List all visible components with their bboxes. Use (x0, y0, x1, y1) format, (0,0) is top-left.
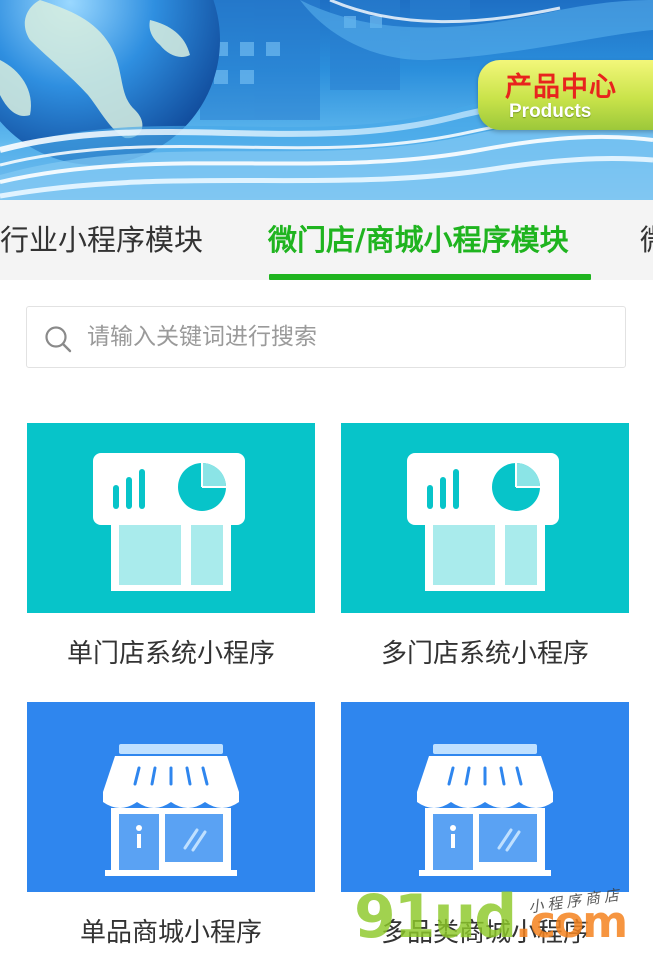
shop-awning-icon (103, 744, 239, 876)
products-banner: 产品中心 Products (0, 0, 653, 200)
product-title: 多品类商城小程序 (380, 918, 589, 948)
search-box[interactable] (26, 306, 626, 368)
product-title: 单品商城小程序 (79, 918, 262, 948)
product-image (341, 423, 629, 613)
search-icon (45, 326, 72, 353)
product-image (27, 423, 315, 613)
product-image (341, 702, 629, 892)
active-tab-indicator (269, 274, 591, 280)
shop-awning-icon (417, 744, 553, 876)
product-title: 多门店系统小程序 (380, 639, 589, 669)
product-card-multi-category-mall[interactable]: 多品类商城小程序 (341, 702, 629, 949)
banner-subtitle: Products (509, 101, 592, 122)
product-card-single-store[interactable]: 单门店系统小程序 (27, 423, 315, 670)
search-input[interactable] (87, 317, 607, 357)
tab-store-mall-miniprogram[interactable]: 微门店/商城小程序模块 (268, 200, 569, 280)
product-card-single-mall[interactable]: 单品商城小程序 (27, 702, 315, 949)
product-card-multi-store[interactable]: 多门店系统小程序 (341, 423, 629, 670)
product-image (27, 702, 315, 892)
dashboard-store-icon (93, 453, 245, 591)
category-tabs: 行业小程序模块 微门店/商城小程序模块 微 (0, 200, 653, 280)
product-title: 单门店系统小程序 (66, 639, 275, 669)
tab-more-partial[interactable]: 微 (640, 200, 653, 280)
banner-title: 产品中心 (505, 72, 617, 103)
dashboard-store-icon (407, 453, 559, 591)
tab-industry-miniprogram[interactable]: 行业小程序模块 (0, 200, 203, 280)
